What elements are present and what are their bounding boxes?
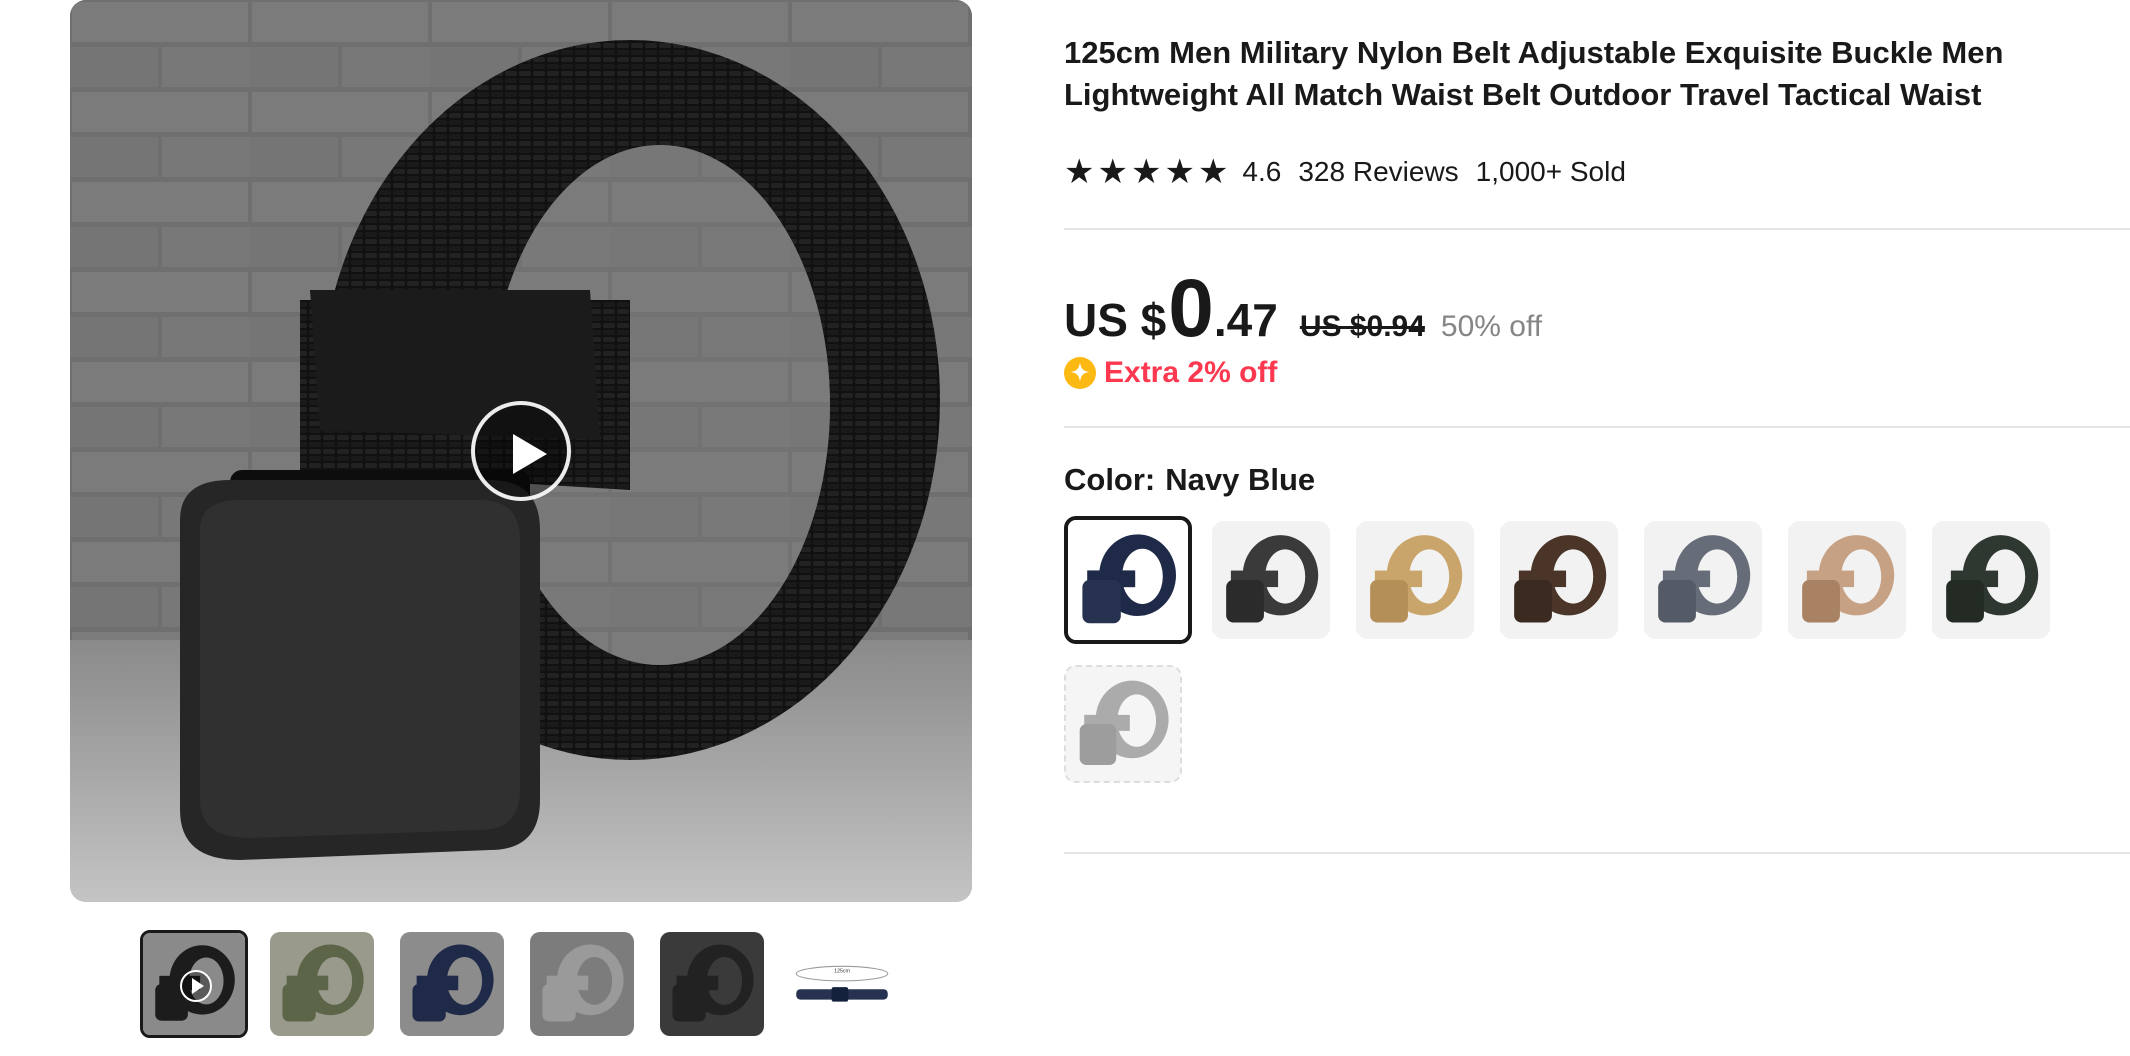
star-icon: ★: [1197, 153, 1229, 191]
sold-count: 1,000+ Sold: [1475, 156, 1626, 187]
belt-illustration: [1356, 521, 1474, 639]
thumbnail[interactable]: [400, 932, 504, 1036]
price-row: US $ 0 .47 US $0.94 50% off: [1064, 262, 1543, 354]
extra-discount: ✦ Extra 2% off: [1064, 353, 1277, 393]
thumbnail[interactable]: [660, 932, 764, 1036]
color-swatch[interactable]: [1788, 521, 1906, 639]
divider: [1064, 228, 2130, 230]
star-icon: ★: [1097, 153, 1128, 191]
belt-illustration: [1644, 521, 1762, 639]
rating-value: 4.6: [1242, 156, 1282, 187]
selected-color-name: Navy Blue: [1165, 462, 1316, 497]
thumbnail[interactable]: [140, 930, 248, 1038]
divider: [1064, 852, 2130, 854]
belt-illustration: [1788, 521, 1906, 639]
thumbnail[interactable]: 125cm: [790, 932, 894, 1036]
price-decimal: .47: [1213, 294, 1278, 346]
product-title: 125cm Men Military Nylon Belt Adjustable…: [1064, 35, 2004, 112]
rating-row: ★ ★ ★ ★ ★ 4.6 328 Reviews 1,000+ Sold: [1064, 152, 1626, 192]
main-product-image[interactable]: [70, 0, 972, 902]
length-label: 125cm: [834, 969, 850, 975]
star-rating: ★ ★ ★ ★ ★: [1064, 155, 1228, 189]
color-label-text: Color:: [1064, 462, 1156, 497]
belt-illustration: [530, 932, 634, 1036]
thumbnail-strip: 125cm: [140, 930, 900, 1042]
color-swatch[interactable]: [1500, 521, 1618, 639]
play-video-button[interactable]: [471, 401, 571, 501]
star-icon: ★: [1164, 153, 1195, 191]
color-label: Color: Navy Blue: [1064, 462, 1315, 498]
color-swatch[interactable]: [1932, 521, 2050, 639]
star-icon: ★: [1130, 153, 1162, 191]
color-swatch[interactable]: [1356, 521, 1474, 639]
original-price: US $0.94: [1299, 310, 1425, 343]
star-icon: ★: [1064, 153, 1095, 191]
price-currency: US $: [1064, 294, 1167, 346]
belt-illustration: [1068, 520, 1188, 640]
extra-discount-label: Extra 2% off: [1104, 356, 1278, 389]
belt-illustration: [660, 932, 764, 1036]
product-info-panel: 125cm Men Military Nylon Belt Adjustable…: [1064, 0, 2130, 1056]
coin-icon: ✦: [1064, 357, 1096, 389]
belt-illustration: [1932, 521, 2050, 639]
color-swatch[interactable]: [1064, 516, 1192, 644]
color-swatch[interactable]: [1644, 521, 1762, 639]
thumbnail[interactable]: [530, 932, 634, 1036]
divider: [1064, 426, 2130, 428]
color-swatch-list: [1064, 516, 2130, 796]
belt-illustration: [400, 932, 504, 1036]
belt-illustration: [1500, 521, 1618, 639]
price-integer: 0: [1168, 263, 1214, 354]
play-icon: [180, 970, 212, 1002]
length-diagram-illustration: 125cm: [790, 932, 894, 1036]
belt-illustration: [1066, 667, 1180, 781]
reviews-link[interactable]: 328 Reviews: [1298, 156, 1458, 188]
belt-illustration: [270, 932, 374, 1036]
thumbnail[interactable]: [270, 932, 374, 1036]
discount-badge: 50% off: [1440, 310, 1543, 343]
color-swatch[interactable]: [1212, 521, 1330, 639]
color-swatch[interactable]: [1064, 665, 1182, 783]
belt-illustration: [1212, 521, 1330, 639]
